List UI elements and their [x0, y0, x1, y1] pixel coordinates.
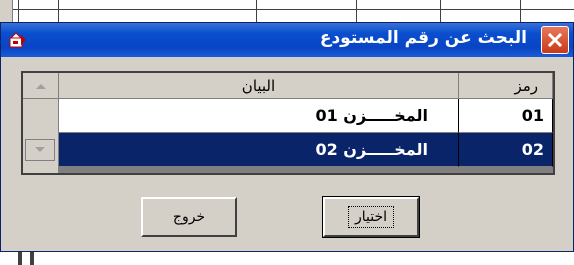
background-grid-line: [256, 0, 257, 22]
background-bottom: [0, 252, 574, 265]
choose-button[interactable]: اختيار: [322, 196, 420, 238]
choose-button-label: اختيار: [347, 206, 395, 228]
background-grid-line: [18, 252, 22, 265]
close-icon: [547, 32, 563, 48]
row-selector[interactable]: [23, 133, 59, 173]
table-cell-description[interactable]: المخـــــزن 02: [59, 133, 459, 167]
app-icon: [9, 32, 26, 48]
background-grid-line: [0, 9, 574, 10]
column-header-code[interactable]: رمز: [459, 73, 553, 99]
background-grid-line: [440, 0, 441, 22]
background-grid-line: [58, 0, 59, 22]
exit-button[interactable]: خروج: [141, 197, 237, 237]
background-grid-line: [356, 0, 357, 22]
background-grid-line: [18, 0, 19, 22]
scroll-down-button[interactable]: [25, 139, 55, 161]
table-cell-code[interactable]: 02: [459, 133, 553, 167]
dialog-title: البحث عن رقم المستودع: [319, 28, 527, 48]
warehouse-search-dialog: البحث عن رقم المستودع البيان رمز المخـــ…: [0, 22, 574, 252]
exit-button-label: خروج: [172, 209, 206, 225]
close-button[interactable]: [541, 26, 569, 54]
row-selector[interactable]: [23, 99, 59, 133]
background-grid-line: [30, 252, 34, 265]
background-grid-line: [520, 0, 521, 22]
table-cell-description[interactable]: المخـــــزن 01: [59, 99, 459, 133]
table-cell-code[interactable]: 01: [459, 99, 553, 133]
selector-header[interactable]: [23, 73, 59, 99]
title-bar[interactable]: البحث عن رقم المستودع: [1, 23, 573, 57]
column-header-description[interactable]: البيان: [59, 73, 459, 99]
scroll-down-icon: [35, 147, 45, 152]
warehouse-grid: البيان رمز المخـــــزن 01 01 المخـــــزن…: [21, 71, 555, 175]
scroll-up-icon: [35, 83, 46, 89]
background-grid-top: [0, 0, 574, 22]
